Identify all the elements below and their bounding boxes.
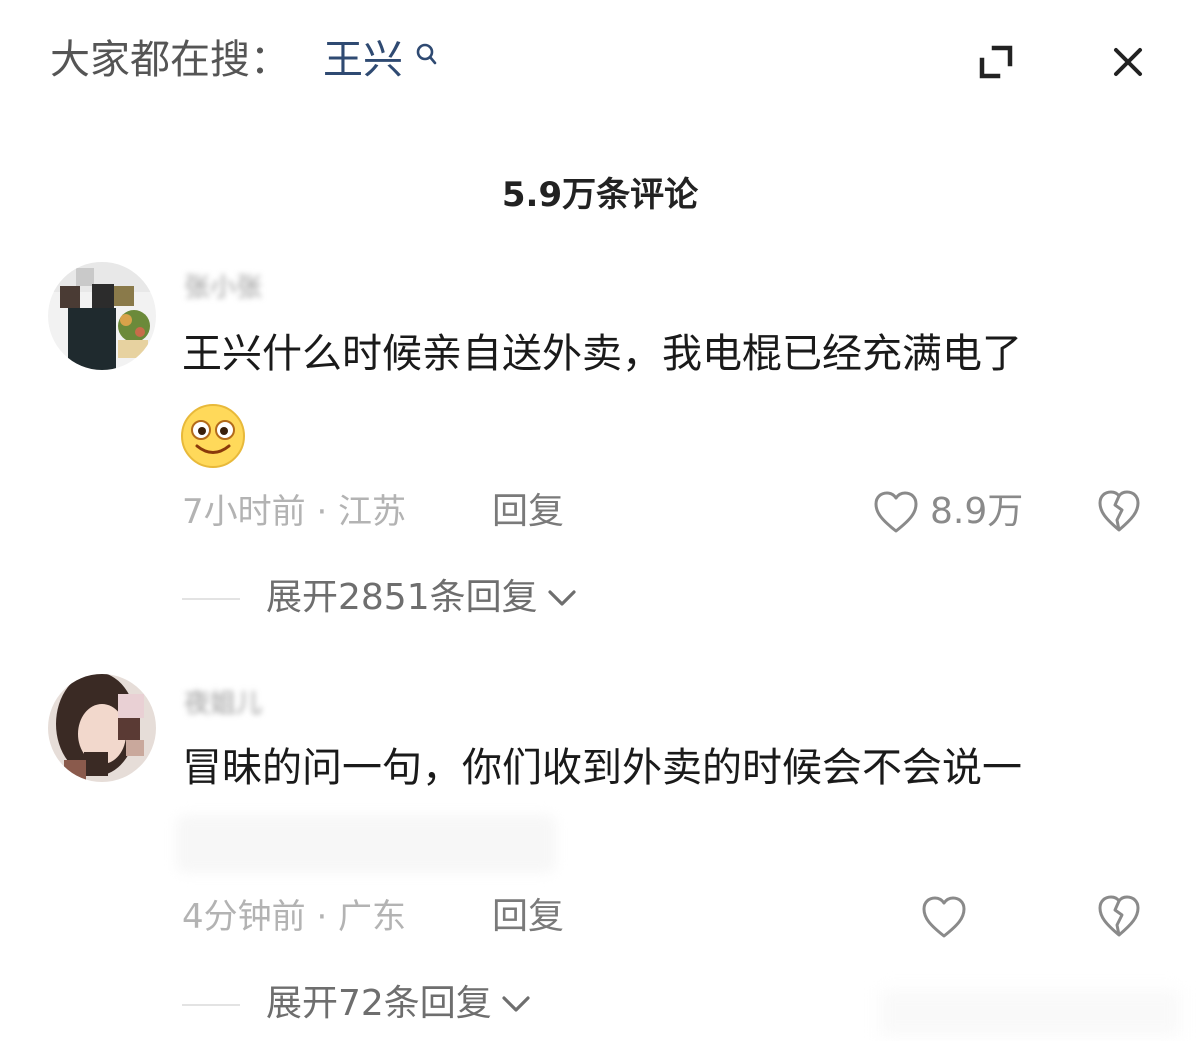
heart-icon bbox=[922, 896, 966, 938]
like-button[interactable] bbox=[920, 892, 978, 942]
trending-search-link[interactable]: 王兴 bbox=[323, 32, 403, 88]
blurred-area bbox=[880, 990, 1180, 1036]
chevron-down-icon bbox=[502, 996, 530, 1012]
expand-replies-label: 展开2851条回复 bbox=[266, 577, 538, 618]
broken-heart-icon[interactable] bbox=[1096, 488, 1142, 534]
divider-line bbox=[182, 598, 240, 600]
panel-header: 大家都在搜： 王兴 bbox=[0, 0, 1200, 120]
comment-text: 王兴什么时候亲自送外卖，我电棍已经充满电了 bbox=[182, 331, 1022, 377]
heart-icon bbox=[874, 491, 918, 533]
blurred-text-line bbox=[176, 815, 556, 873]
username[interactable]: 张小张 bbox=[184, 270, 262, 306]
like-count: 8.9万 bbox=[930, 491, 1024, 532]
avatar[interactable] bbox=[48, 262, 156, 370]
search-icon[interactable] bbox=[412, 40, 442, 70]
expand-replies-button[interactable]: 展开2851条回复 bbox=[266, 574, 578, 622]
search-prompt-label: 大家都在搜： bbox=[50, 37, 290, 83]
broken-heart-icon[interactable] bbox=[1096, 893, 1142, 939]
smiley-emoji-icon bbox=[181, 404, 245, 468]
comment-meta: 4分钟前 · 广东 bbox=[182, 897, 407, 937]
comment-meta: 7小时前 · 江苏 bbox=[182, 492, 407, 532]
username[interactable]: 夜姐儿 bbox=[184, 686, 262, 722]
reply-button[interactable]: 回复 bbox=[492, 894, 564, 940]
comments-panel: 大家都在搜： 王兴 5.9万条评论 张小张 王兴什么时候亲自送外卖，我电棍已经充… bbox=[0, 0, 1200, 1041]
reply-button[interactable]: 回复 bbox=[492, 489, 564, 535]
chevron-down-icon bbox=[548, 590, 576, 606]
avatar[interactable] bbox=[48, 674, 156, 782]
divider-line bbox=[182, 1004, 240, 1006]
close-icon[interactable] bbox=[1104, 38, 1152, 86]
comment-text: 冒昧的问一句，你们收到外卖的时候会不会说一 bbox=[182, 745, 1022, 791]
expand-icon[interactable] bbox=[972, 38, 1020, 86]
expand-replies-button[interactable]: 展开72条回复 bbox=[266, 980, 532, 1028]
expand-replies-label: 展开72条回复 bbox=[266, 983, 492, 1024]
comments-count-title: 5.9万条评论 bbox=[501, 175, 699, 215]
like-button[interactable]: 8.9万 bbox=[872, 487, 1023, 537]
